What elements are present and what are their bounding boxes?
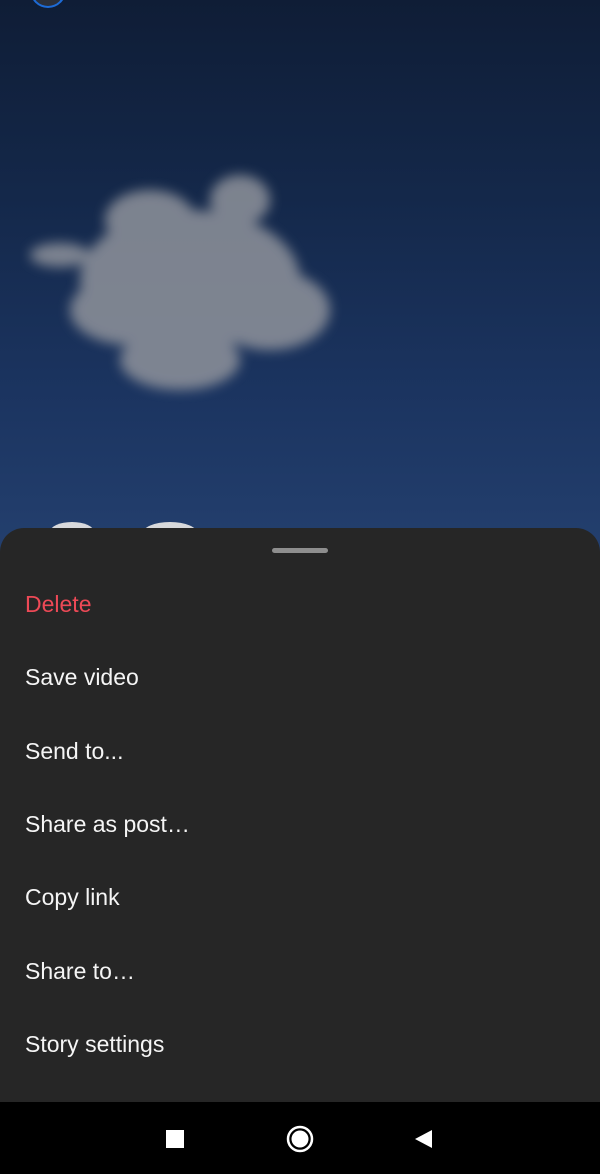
- home-button[interactable]: [285, 1124, 315, 1154]
- avatar[interactable]: [30, 0, 66, 8]
- back-button[interactable]: [408, 1124, 438, 1154]
- sheet-grabber[interactable]: [272, 548, 328, 553]
- recents-icon: [166, 1130, 184, 1148]
- recents-button[interactable]: [160, 1124, 190, 1154]
- share-as-post-option[interactable]: Share as post…: [0, 788, 600, 861]
- system-navigation-bar: [0, 1102, 600, 1174]
- home-icon: [286, 1125, 314, 1153]
- story-background[interactable]: [0, 0, 600, 560]
- share-to-option[interactable]: Share to…: [0, 934, 600, 1007]
- story-settings-option[interactable]: Story settings: [0, 1008, 600, 1081]
- send-to-option[interactable]: Send to...: [0, 715, 600, 788]
- save-video-option[interactable]: Save video: [0, 641, 600, 714]
- copy-link-option[interactable]: Copy link: [0, 861, 600, 934]
- cloud-image: [30, 175, 330, 390]
- options-bottom-sheet: Delete Save video Send to... Share as po…: [0, 528, 600, 1102]
- back-icon: [415, 1130, 432, 1148]
- options-menu: Delete Save video Send to... Share as po…: [0, 568, 600, 1081]
- delete-option[interactable]: Delete: [0, 568, 600, 641]
